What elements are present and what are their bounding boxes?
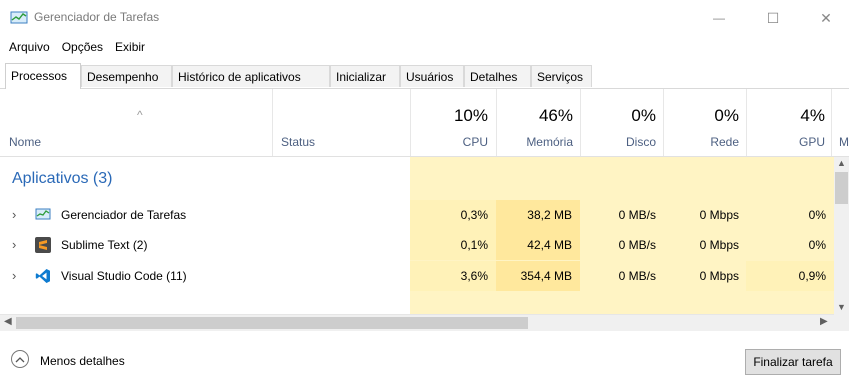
minimize-button[interactable]: — [696, 0, 742, 36]
disk-total: 0% [631, 106, 656, 125]
scroll-left-icon[interactable]: ◀ [4, 316, 12, 327]
minimize-icon: — [713, 11, 725, 25]
gpu-cell: 0,9% [746, 261, 834, 291]
cpu-cell: 0,3% [410, 200, 496, 230]
vertical-scroll-thumb[interactable] [835, 172, 848, 204]
tab-desempenho[interactable]: Desempenho [81, 65, 172, 87]
header-memoria[interactable]: Memória [496, 135, 573, 149]
table-row[interactable]: › Gerenciador de Tarefas 0,3% 38,2 MB 0 … [0, 200, 834, 230]
close-icon: ✕ [820, 9, 832, 26]
network-cell: 0 Mbps [699, 269, 739, 283]
disk-cell: 0 MB/s [618, 208, 656, 222]
network-cell: 0 Mbps [699, 208, 739, 222]
process-name: Visual Studio Code (11) [61, 269, 187, 283]
vscode-icon [35, 269, 50, 283]
expand-chevron-icon[interactable]: › [12, 200, 16, 230]
gpu-cell: 0% [808, 238, 826, 252]
process-name: Gerenciador de Tarefas [61, 208, 187, 222]
scrollbar-corner [834, 314, 849, 331]
header-disco[interactable]: Disco [580, 135, 656, 149]
network-cell: 0 Mbps [699, 238, 739, 252]
header-status[interactable]: Status [281, 135, 315, 149]
memory-cell: 38,2 MB [496, 200, 580, 230]
tab-processos[interactable]: Processos [5, 63, 81, 89]
memory-total: 46% [538, 106, 573, 125]
process-name: Sublime Text (2) [61, 238, 148, 252]
group-header-aplicativos[interactable]: Aplicativos (3) [12, 170, 112, 188]
menu-item-exibir[interactable]: Exibir [109, 38, 151, 58]
cpu-total: 10% [453, 106, 488, 125]
disk-cell: 0 MB/s [618, 238, 656, 252]
tab-bar: Processos Desempenho Histórico de aplica… [0, 63, 849, 89]
expand-chevron-icon[interactable]: › [12, 261, 16, 291]
scroll-up-icon[interactable]: ▲ [837, 158, 846, 168]
expand-chevron-icon[interactable]: › [12, 230, 16, 260]
footer [0, 331, 849, 387]
sublime-text-icon [35, 237, 51, 253]
memory-cell: 354,4 MB [496, 261, 580, 291]
gpu-cell: 0% [808, 208, 826, 222]
header-rede[interactable]: Rede [663, 135, 739, 149]
sort-ascending-icon: ^ [137, 108, 143, 122]
maximize-icon: ☐ [766, 9, 780, 26]
scroll-right-icon[interactable]: ▶ [820, 316, 828, 327]
cpu-cell: 0,1% [410, 230, 496, 260]
close-button[interactable]: ✕ [803, 0, 849, 36]
table-row[interactable]: › Visual Studio Code (11) 3,6% 354,4 MB … [0, 261, 834, 291]
header-gpu[interactable]: GPU [746, 135, 825, 149]
task-manager-icon [10, 11, 28, 24]
gpu-total: 4% [800, 106, 825, 125]
menu-item-arquivo[interactable]: Arquivo [0, 38, 56, 58]
task-manager-icon [35, 208, 51, 220]
tab-historico[interactable]: Histórico de aplicativos [172, 65, 330, 87]
header-next-column[interactable]: M [839, 135, 849, 149]
maximize-button[interactable]: ☐ [750, 0, 796, 36]
column-headers: ^ Nome Status 10% CPU 46% Memória 0% Dis… [0, 89, 849, 157]
menu-bar: Arquivo Opções Exibir [0, 38, 151, 58]
cpu-cell: 3,6% [410, 261, 496, 291]
tab-servicos[interactable]: Serviços [531, 65, 592, 87]
process-list: Aplicativos (3) › Gerenciador de Tarefas… [0, 157, 834, 314]
disk-cell: 0 MB/s [618, 269, 656, 283]
horizontal-scroll-thumb[interactable] [16, 317, 528, 329]
header-nome[interactable]: Nome [9, 135, 41, 149]
less-details-link[interactable]: Menos detalhes [40, 354, 125, 368]
table-row[interactable]: › Sublime Text (2) 0,1% 42,4 MB 0 MB/s 0… [0, 230, 834, 260]
header-cpu[interactable]: CPU [410, 135, 488, 149]
menu-item-opcoes[interactable]: Opções [56, 38, 109, 58]
window-title: Gerenciador de Tarefas [34, 10, 160, 24]
tab-detalhes[interactable]: Detalhes [464, 65, 531, 87]
scroll-down-icon[interactable]: ▼ [837, 302, 846, 312]
end-task-button[interactable]: Finalizar tarefa [745, 349, 841, 375]
collapse-details-icon[interactable] [11, 350, 29, 368]
tab-usuarios[interactable]: Usuários [400, 65, 464, 87]
network-total: 0% [714, 106, 739, 125]
tab-inicializar[interactable]: Inicializar [330, 65, 400, 87]
memory-cell: 42,4 MB [496, 230, 580, 260]
